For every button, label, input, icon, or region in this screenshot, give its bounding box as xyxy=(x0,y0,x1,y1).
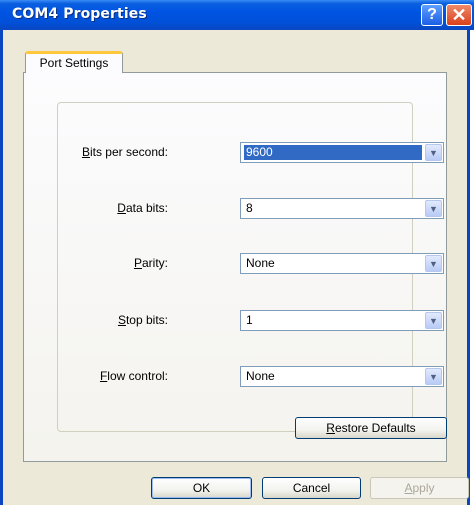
apply-button[interactable]: Apply xyxy=(370,477,469,499)
flow-control-label: Flow control: xyxy=(100,369,168,383)
chevron-down-icon[interactable]: ▼ xyxy=(425,200,442,217)
stop-bits-select[interactable]: 1 ▼ xyxy=(240,310,444,331)
flow-control-value: None xyxy=(246,369,275,383)
button-label: pply xyxy=(412,481,435,495)
button-label: estore Defaults xyxy=(334,421,416,435)
help-icon: ? xyxy=(427,6,437,23)
cancel-button[interactable]: Cancel xyxy=(262,477,361,499)
tab-label: Port Settings xyxy=(39,56,109,70)
tab-port-settings[interactable]: Port Settings xyxy=(25,51,123,73)
label-text: ata bits: xyxy=(125,201,168,215)
bits-per-second-label: Bits per second: xyxy=(82,145,168,159)
parity-label: Parity: xyxy=(134,256,168,270)
dialog-body: Port Settings Bits per second: 9600 ▼ Da… xyxy=(0,30,470,505)
mnemonic: R xyxy=(326,421,335,435)
close-button[interactable]: ✕ xyxy=(446,4,472,26)
label-text: low control: xyxy=(107,369,168,383)
chevron-down-icon[interactable]: ▼ xyxy=(425,144,442,161)
mnemonic: P xyxy=(133,256,142,270)
window-title: COM4 Properties xyxy=(12,6,147,22)
port-settings-panel: Bits per second: 9600 ▼ Data bits: 8 ▼ P… xyxy=(23,72,447,462)
label-text: top bits: xyxy=(125,313,168,327)
title-bar[interactable]: COM4 Properties ? ✕ xyxy=(0,0,474,30)
bits-per-second-select[interactable]: 9600 ▼ xyxy=(240,142,444,163)
data-bits-select[interactable]: 8 ▼ xyxy=(240,198,444,219)
label-text: its per second: xyxy=(89,145,168,159)
data-bits-label: Data bits: xyxy=(117,201,168,215)
stop-bits-value: 1 xyxy=(246,313,253,327)
data-bits-value: 8 xyxy=(246,201,253,215)
settings-group: Bits per second: 9600 ▼ Data bits: 8 ▼ P… xyxy=(57,102,447,439)
chevron-down-icon[interactable]: ▼ xyxy=(425,368,442,385)
mnemonic: A xyxy=(404,481,413,495)
chevron-down-icon[interactable]: ▼ xyxy=(425,255,442,272)
chevron-down-icon[interactable]: ▼ xyxy=(425,312,442,329)
flow-control-select[interactable]: None ▼ xyxy=(240,366,444,387)
mnemonic: B xyxy=(81,145,90,159)
stop-bits-label: Stop bits: xyxy=(118,313,168,327)
help-button[interactable]: ? xyxy=(421,4,443,26)
close-icon: ✕ xyxy=(451,5,467,25)
mnemonic: D xyxy=(117,201,126,215)
parity-select[interactable]: None ▼ xyxy=(240,253,444,274)
restore-defaults-button[interactable]: Restore Defaults xyxy=(295,417,447,439)
mnemonic: S xyxy=(117,313,126,327)
label-text: arity: xyxy=(141,256,168,270)
ok-button[interactable]: OK xyxy=(151,477,252,499)
button-label: Cancel xyxy=(292,481,331,495)
parity-value: None xyxy=(246,256,275,270)
button-label: OK xyxy=(192,481,211,495)
bits-per-second-value: 9600 xyxy=(244,145,422,160)
